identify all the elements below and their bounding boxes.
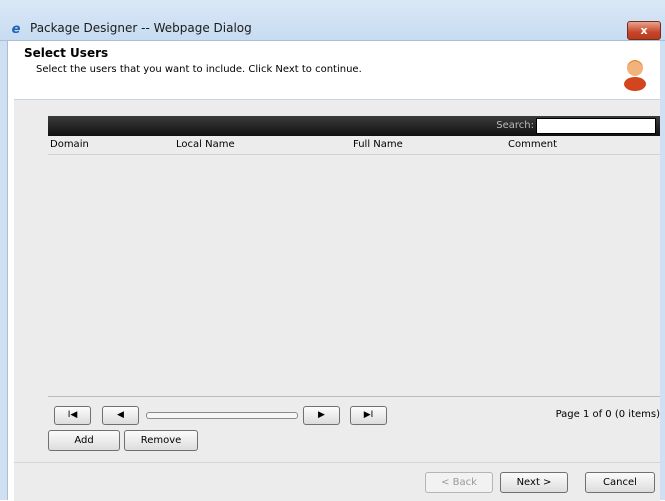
column-comment[interactable]: Comment [508,139,557,150]
grid-column-header: Domain Local Name Full Name Comment [48,136,660,155]
prev-page-button[interactable]: ◀ [102,406,139,425]
next-button[interactable]: Next > [500,472,568,493]
close-icon: x [640,24,648,37]
back-button[interactable]: < Back [425,472,493,493]
last-page-icon: ▶I [363,410,374,420]
column-full-name[interactable]: Full Name [353,139,403,150]
prev-page-icon: ◀ [117,410,124,420]
page-title: Select Users [24,46,109,60]
remove-button[interactable]: Remove [124,430,198,451]
ie-icon: e [11,22,21,37]
search-input[interactable] [536,118,656,134]
column-local-name[interactable]: Local Name [176,139,235,150]
pager: I◀ ◀ ▶ ▶I Page 1 of 0 (0 items) [48,396,660,431]
search-label: Search: [496,120,534,131]
window-right-border [660,41,665,500]
next-page-button[interactable]: ▶ [303,406,340,425]
page-subtitle: Select the users that you want to includ… [36,64,362,75]
next-page-icon: ▶ [318,410,325,420]
last-page-button[interactable]: ▶I [350,406,387,425]
page-info: Page 1 of 0 (0 items) [555,409,660,420]
close-button[interactable]: x [627,21,661,40]
first-page-button[interactable]: I◀ [54,406,91,425]
grid-body [48,155,660,395]
grid-toolbar: Search: [48,116,660,136]
wizard-footer: < Back Next > Cancel [14,462,660,501]
window-left-border [0,41,8,500]
window-title: Package Designer -- Webpage Dialog [30,21,252,35]
user-icon [624,60,646,91]
window-titlebar: e Package Designer -- Webpage Dialog x [0,0,665,41]
cancel-button[interactable]: Cancel [585,472,655,493]
wizard-header: Select Users Select the users that you w… [14,41,660,100]
first-page-icon: I◀ [67,410,78,420]
column-domain[interactable]: Domain [50,139,89,150]
page-slider[interactable] [146,412,298,419]
add-button[interactable]: Add [48,430,120,451]
content-area: Search: Domain Local Name Full Name Comm… [14,100,660,462]
